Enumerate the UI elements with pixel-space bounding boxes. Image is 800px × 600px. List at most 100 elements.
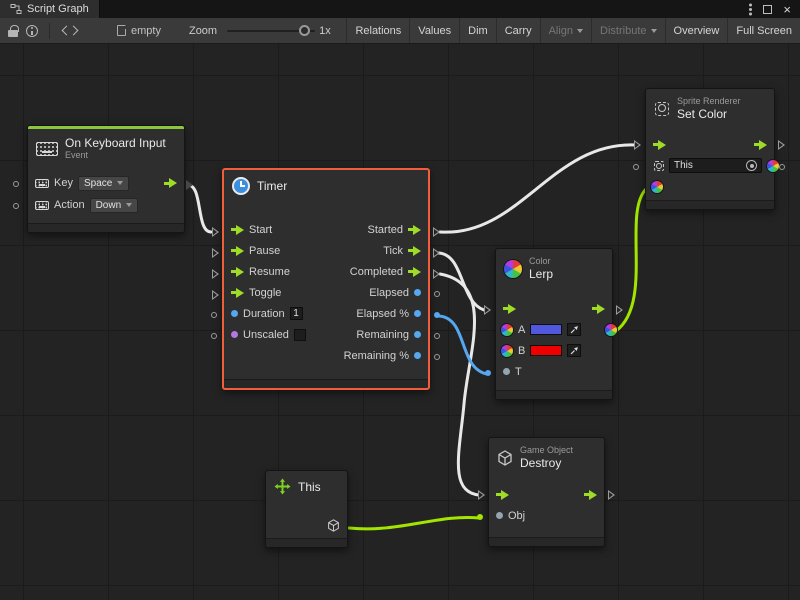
relations-button[interactable]: Relations (346, 18, 409, 43)
code-icon[interactable] (61, 25, 79, 37)
flow-out-arrow-icon[interactable] (164, 178, 177, 188)
distribute-button[interactable]: Distribute (591, 18, 664, 43)
wire-timer-started-to-setcolor[interactable] (440, 145, 636, 232)
maximize-icon[interactable] (763, 5, 772, 14)
port-keyboard-action-in[interactable] (13, 203, 19, 209)
lock-icon[interactable] (8, 30, 18, 37)
port-setcolor-value-out[interactable] (779, 164, 785, 170)
port-setcolor-target-in[interactable] (633, 164, 639, 170)
port-destroy-obj-in[interactable] (477, 514, 483, 520)
eyedropper-button[interactable] (567, 323, 581, 336)
port-timer-elapsedpct-out[interactable] (434, 312, 440, 318)
color-out-port-icon[interactable] (605, 324, 617, 336)
color-port-icon[interactable] (501, 345, 513, 357)
lerp-t-row: T (496, 361, 612, 382)
wire-this-to-destroy-obj[interactable] (349, 517, 479, 528)
port-keyboard-flow-out[interactable] (186, 180, 193, 190)
flow-in-arrow-icon[interactable] (231, 288, 244, 298)
close-icon[interactable]: × (783, 3, 791, 16)
node-destroy[interactable]: Game Object Destroy Obj (488, 437, 605, 547)
port-lerp-flow-out[interactable] (616, 305, 623, 315)
tab-title: Script Graph (27, 3, 89, 15)
port-timer-tick-out[interactable] (433, 248, 440, 258)
key-dropdown[interactable]: Space (78, 176, 129, 191)
port-timer-completed-out[interactable] (433, 269, 440, 279)
object-picker-icon[interactable] (746, 160, 757, 171)
flow-in-arrow-icon[interactable] (231, 267, 244, 277)
flow-in-arrow-icon[interactable] (231, 246, 244, 256)
wire-timer-completed-to-destroy[interactable] (440, 274, 479, 495)
color-b-swatch[interactable] (530, 345, 562, 356)
port-timer-start-in[interactable] (212, 227, 219, 237)
target-field[interactable]: This (669, 158, 762, 173)
port-destroy-flow-in[interactable] (478, 490, 485, 500)
wire-keyboard-to-timer-start[interactable] (188, 185, 211, 232)
port-timer-remaining-out[interactable] (434, 333, 440, 339)
fullscreen-button[interactable]: Full Screen (727, 18, 800, 43)
port-timer-pause-in[interactable] (212, 248, 219, 258)
node-this[interactable]: This (265, 470, 348, 548)
value-port-icon[interactable] (414, 331, 421, 338)
zoom-slider[interactable] (227, 30, 315, 32)
flow-in-arrow-icon[interactable] (496, 490, 509, 500)
flow-in-arrow-icon[interactable] (653, 140, 666, 150)
tab-script-graph[interactable]: Script Graph (0, 0, 100, 18)
flow-out-arrow-icon[interactable] (408, 225, 421, 235)
overview-button[interactable]: Overview (665, 18, 728, 43)
node-timer[interactable]: Timer Start Started Pause Tick Resume Co… (222, 168, 430, 390)
value-port-icon[interactable] (503, 368, 510, 375)
port-timer-elapsed-out[interactable] (434, 291, 440, 297)
color-port-icon[interactable] (501, 324, 513, 336)
port-lerp-flow-in[interactable] (484, 305, 491, 315)
port-timer-toggle-in[interactable] (212, 290, 219, 300)
graph-canvas[interactable]: On Keyboard Input Event Key Space (0, 44, 800, 600)
duration-input[interactable]: 1 (290, 307, 303, 320)
port-keyboard-key-in[interactable] (13, 181, 19, 187)
port-timer-remainingpct-out[interactable] (434, 354, 440, 360)
port-timer-resume-in[interactable] (212, 269, 219, 279)
zoom-slider-handle[interactable] (299, 25, 310, 36)
unscaled-checkbox[interactable] (294, 329, 306, 341)
value-port-icon[interactable] (414, 289, 421, 296)
node-on-keyboard-input[interactable]: On Keyboard Input Event Key Space (27, 125, 185, 233)
carry-button[interactable]: Carry (496, 18, 540, 43)
flow-in-arrow-icon[interactable] (231, 225, 244, 235)
port-setcolor-flow-out[interactable] (778, 140, 785, 150)
eyedropper-icon (570, 346, 579, 355)
window-menu-icon[interactable] (749, 8, 752, 11)
value-port-icon[interactable] (496, 512, 503, 519)
port-timer-started-out[interactable] (433, 227, 440, 237)
node-color-lerp[interactable]: Color Lerp A (495, 248, 613, 400)
action-dropdown[interactable]: Down (90, 198, 139, 213)
port-lerp-t-in[interactable] (485, 370, 491, 376)
color-a-swatch[interactable] (530, 324, 562, 335)
info-icon[interactable] (26, 25, 38, 37)
dim-button[interactable]: Dim (459, 18, 496, 43)
port-setcolor-flow-in[interactable] (634, 140, 641, 150)
values-button[interactable]: Values (409, 18, 459, 43)
this-output-row (266, 515, 347, 536)
flow-out-arrow-icon[interactable] (754, 140, 767, 150)
align-button[interactable]: Align (540, 18, 591, 43)
wire-timer-elapsedpct-to-lerp-t[interactable] (439, 316, 487, 374)
color-in-port-icon[interactable] (651, 181, 663, 193)
setcolor-color-row (646, 176, 774, 197)
value-port-icon[interactable] (231, 310, 238, 317)
flow-out-arrow-icon[interactable] (584, 490, 597, 500)
flow-out-arrow-icon[interactable] (592, 304, 605, 314)
color-out-port-icon[interactable] (767, 160, 779, 172)
wire-timer-tick-to-lerp[interactable] (439, 253, 484, 310)
flow-out-arrow-icon[interactable] (408, 267, 421, 277)
port-destroy-flow-out[interactable] (608, 490, 615, 500)
eyedropper-button[interactable] (567, 344, 581, 357)
value-port-icon[interactable] (414, 352, 421, 359)
port-timer-unscaled-in[interactable] (211, 333, 217, 339)
script-graph-window: Script Graph × empty Zoom 1x Relations V… (0, 0, 800, 600)
gameobject-cube-icon[interactable] (327, 519, 340, 532)
bool-port-icon[interactable] (231, 331, 238, 338)
port-timer-duration-in[interactable] (211, 312, 217, 318)
node-set-color[interactable]: Sprite Renderer Set Color This (645, 88, 775, 210)
value-port-icon[interactable] (414, 310, 421, 317)
flow-in-arrow-icon[interactable] (503, 304, 516, 314)
flow-out-arrow-icon[interactable] (408, 246, 421, 256)
